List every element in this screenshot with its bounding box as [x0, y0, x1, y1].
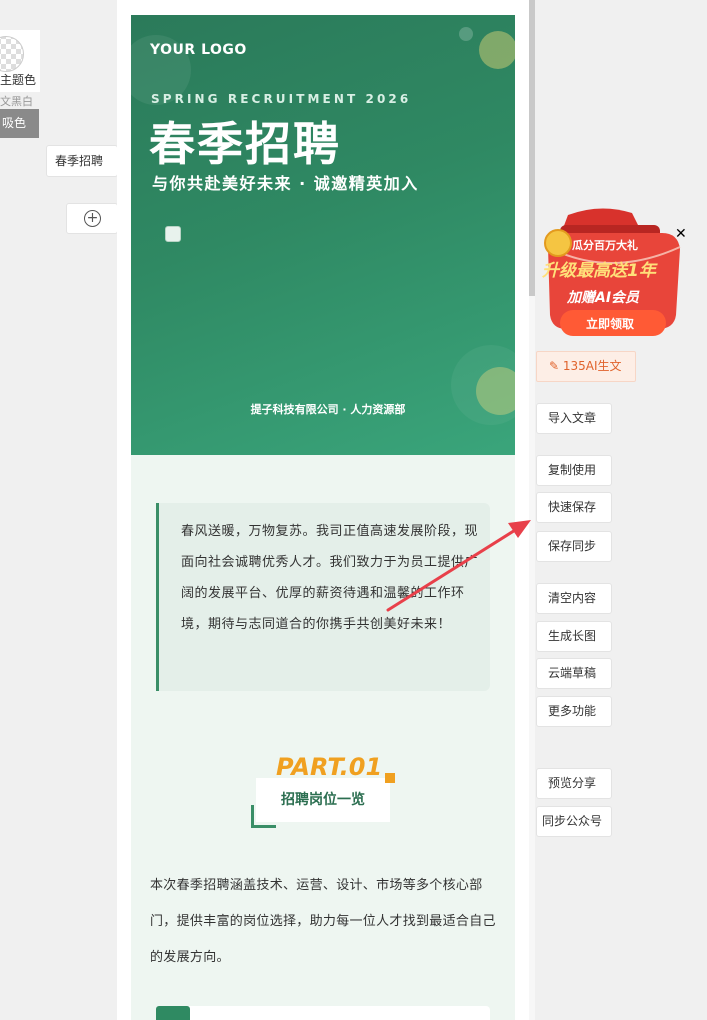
save-sync-button[interactable]: 保存同步: [536, 531, 612, 562]
promo-line2: 升级最高送1年: [542, 261, 658, 281]
generate-long-image-button[interactable]: 生成长图: [536, 621, 612, 652]
hero-title: 春季招聘: [149, 117, 341, 171]
more-functions-button[interactable]: 更多功能: [536, 696, 612, 727]
close-icon[interactable]: ✕: [675, 226, 687, 242]
part-number: PART.01: [276, 753, 383, 781]
theme-color-label: 主题色: [0, 73, 37, 87]
pick-color-label: 吸色: [2, 116, 27, 130]
part-dot-decor: [385, 773, 395, 783]
sync-wechat-button[interactable]: 同步公众号: [536, 806, 612, 837]
import-article-button[interactable]: 导入文章: [536, 403, 612, 434]
pick-color-button[interactable]: 吸色: [0, 109, 39, 138]
promo-line3: 加赠AI会员: [566, 289, 640, 306]
cloud-draft-button[interactable]: 云端草稿: [536, 658, 612, 689]
scrollbar-thumb[interactable]: [529, 0, 535, 296]
template-tag[interactable]: 春季招聘: [46, 145, 118, 177]
logo-text: YOUR LOGO: [150, 42, 247, 58]
decor-circle: [479, 31, 515, 69]
decor-circle: [459, 27, 473, 41]
ai-write-label: 135AI生文: [562, 359, 622, 373]
company-name: 提子科技有限公司 · 人力资源部: [250, 403, 406, 416]
next-job-card: [156, 1006, 490, 1020]
clear-content-button[interactable]: 清空内容: [536, 583, 612, 614]
pencil-icon: ✎: [549, 359, 560, 373]
quick-save-button[interactable]: 快速保存: [536, 492, 612, 523]
next-job-number-badge: [156, 1006, 190, 1020]
add-template-button[interactable]: +: [66, 203, 118, 234]
section-title: 招聘岗位一览: [256, 778, 390, 822]
hero-tagline: 与你共赴美好未来 · 诚邀精英加入: [152, 174, 419, 193]
english-subtitle: SPRING RECRUITMENT 2026: [151, 92, 412, 106]
promo-banner[interactable]: 瓜分百万大礼 升级最高送1年 加赠AI会员 立即领取: [540, 207, 690, 340]
ai-write-button[interactable]: ✎ 135AI生文: [536, 351, 636, 382]
broken-image-icon: [165, 226, 181, 242]
left-style-panel: 主题色 文黑白 吸色 春季招聘 +: [0, 0, 118, 1020]
section-intro-text: 本次春季招聘涵盖技术、运营、设计、市场等多个核心部门，提供丰富的岗位选择，助力每…: [150, 878, 496, 965]
intro-quote-text: 春风送暖，万物复苏。我司正值高速发展阶段，现面向社会诚聘优秀人才。我们致力于为员…: [181, 524, 479, 632]
promo-line1: 瓜分百万大礼: [572, 238, 638, 252]
plus-circle-icon: +: [84, 210, 101, 227]
intro-quote-box: 春风送暖，万物复苏。我司正值高速发展阶段，现面向社会诚聘优秀人才。我们致力于为员…: [156, 503, 490, 691]
red-envelope-icon: 瓜分百万大礼 升级最高送1年 加赠AI会员 立即领取: [542, 208, 681, 336]
promo-cta[interactable]: 立即领取: [586, 316, 634, 331]
preview-share-button[interactable]: 预览分享: [536, 768, 612, 799]
hero-banner: YOUR LOGO SPRING RECRUITMENT 2026 春季招聘 与…: [131, 15, 515, 455]
copy-use-button[interactable]: 复制使用: [536, 455, 612, 486]
bw-label: 文黑白: [0, 95, 33, 108]
